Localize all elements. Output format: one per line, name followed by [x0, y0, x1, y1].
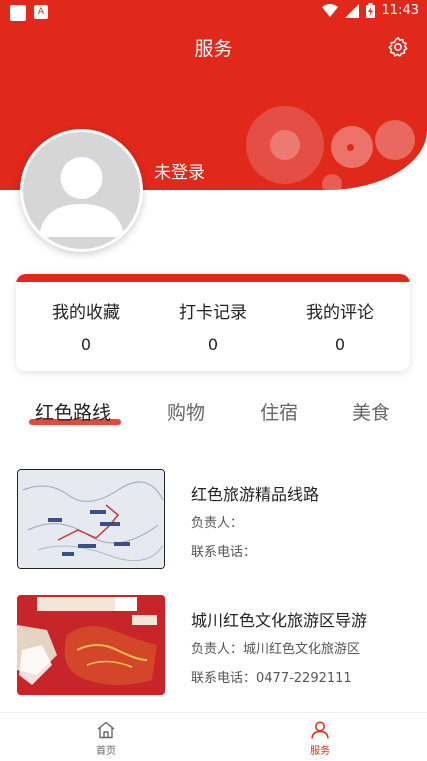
- tabbar-label: 首页: [96, 746, 116, 757]
- item-phone: 联系电话：0477-2292111: [191, 671, 352, 686]
- tabbar-home[interactable]: 首页: [76, 721, 136, 757]
- item-phone: 联系电话：: [191, 545, 257, 560]
- item-title: 红色旅游精品线路: [191, 485, 320, 504]
- stat-label: 打卡记录: [179, 303, 247, 323]
- list-item[interactable]: 红色旅游精品线路 负责人： 联系电话：: [17, 469, 412, 569]
- stat-checkins[interactable]: 打卡记录 0: [153, 298, 273, 354]
- bottom-tab-bar: 首页 服务: [0, 712, 427, 761]
- item-title: 城川红色文化旅游区导游: [191, 611, 368, 630]
- page-title: 服务: [194, 38, 233, 60]
- avatar[interactable]: [20, 129, 143, 252]
- tab-lodging[interactable]: 住宿: [260, 398, 298, 425]
- tabbar-service[interactable]: 服务: [290, 721, 350, 757]
- home-icon: [97, 721, 115, 739]
- item-contact: 负责人：城川红色文化旅游区: [191, 642, 361, 657]
- app-notification-icon: A: [34, 5, 48, 19]
- user-silhouette-icon: [39, 157, 124, 237]
- tab-food[interactable]: 美食: [352, 398, 390, 425]
- tabbar-label: 服务: [310, 746, 330, 757]
- stat-value: 0: [80, 335, 92, 354]
- item-contact: 负责人：: [191, 516, 244, 531]
- notification-icon: [10, 5, 26, 21]
- tab-red-route[interactable]: 红色路线: [35, 398, 111, 425]
- stat-value: 0: [207, 335, 219, 354]
- decorative-circle: [270, 130, 300, 160]
- stat-value: 0: [334, 335, 346, 354]
- stat-comments[interactable]: 我的评论 0: [280, 298, 400, 354]
- signal-icon: [344, 3, 359, 18]
- status-bar: A 11:43: [0, 0, 427, 24]
- decorative-circle: [347, 144, 354, 151]
- stat-favorites[interactable]: 我的收藏 0: [26, 298, 146, 354]
- battery-icon: [365, 3, 375, 18]
- card-accent: [16, 274, 410, 282]
- wifi-icon: [321, 3, 338, 17]
- stats-card: 我的收藏 0 打卡记录 0 我的评论 0: [16, 274, 410, 371]
- status-time: 11:43: [381, 3, 419, 18]
- tab-shopping[interactable]: 购物: [167, 398, 205, 425]
- tour-map-thumbnail: [17, 595, 165, 695]
- user-icon: [311, 721, 329, 739]
- list-item[interactable]: 城川红色文化旅游区导游 负责人：城川红色文化旅游区 联系电话：0477-2292…: [17, 595, 412, 695]
- stat-label: 我的评论: [306, 303, 374, 323]
- category-tabs: 红色路线 购物 住宿 美食: [0, 398, 427, 432]
- stat-label: 我的收藏: [52, 303, 120, 323]
- login-prompt[interactable]: 未登录: [154, 158, 205, 183]
- decorative-circle: [375, 120, 415, 160]
- gear-icon[interactable]: [387, 36, 409, 58]
- route-map-thumbnail: [17, 469, 165, 569]
- decorative-circle: [322, 174, 342, 190]
